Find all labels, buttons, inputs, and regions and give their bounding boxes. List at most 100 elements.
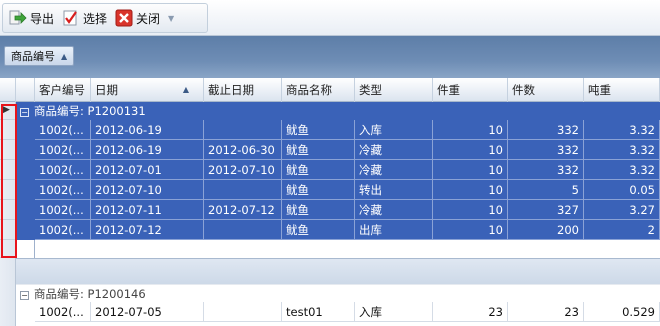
cell-product-name[interactable]: 鱿鱼 [282, 200, 355, 220]
cell-end-date[interactable] [204, 302, 282, 322]
export-label: 导出 [30, 11, 55, 26]
row-indicator[interactable] [0, 140, 16, 160]
cell-product-name[interactable]: 鱿鱼 [282, 160, 355, 180]
column-header-type[interactable]: 类型 [355, 78, 433, 102]
cell-product-name[interactable]: test01 [282, 302, 355, 322]
cell-date[interactable]: 2012-06-19 [91, 120, 204, 140]
cell-type[interactable]: 入库 [355, 120, 433, 140]
row-indicator[interactable] [0, 240, 16, 258]
cell-tonnage[interactable]: 3.27 [584, 200, 660, 220]
column-header-end-date[interactable]: 截止日期 [204, 78, 282, 102]
collapse-icon[interactable]: − [20, 291, 29, 300]
cell-end-date[interactable]: 2012-06-30 [204, 140, 282, 160]
table-row[interactable]: 1002(... 2012-07-12 鱿鱼 出库 10 200 2 [16, 220, 660, 240]
cell-product-name[interactable]: 鱿鱼 [282, 180, 355, 200]
current-row-arrow-icon: ▶ [3, 105, 10, 115]
cell-date[interactable]: 2012-07-01 [91, 160, 204, 180]
cell-product-name[interactable]: 鱿鱼 [282, 220, 355, 240]
cell-type[interactable]: 冷藏 [355, 140, 433, 160]
cell-type[interactable]: 冷藏 [355, 200, 433, 220]
column-header-date[interactable]: 日期 ▲ [91, 78, 204, 102]
cell-quantity[interactable]: 332 [508, 120, 584, 140]
cell-unit-weight[interactable]: 10 [433, 160, 508, 180]
group-row-p1200131[interactable]: − 商品编号: P1200131 [16, 102, 660, 120]
table-row[interactable]: 1002(... 2012-06-19 鱿鱼 入库 10 332 3.32 [16, 120, 660, 140]
table-row[interactable]: 1002(... 2012-07-10 鱿鱼 转出 10 5 0.05 [16, 180, 660, 200]
cell-unit-weight[interactable]: 23 [433, 302, 508, 322]
group-chip-product-code[interactable]: 商品编号 ▲ [4, 46, 75, 66]
toolbar: 导出 选择 关闭 ▼ [0, 0, 660, 36]
table-row[interactable]: 1002(... 2012-07-05 test01 入库 23 23 0.529 [16, 302, 660, 322]
cell-date[interactable]: 2012-07-10 [91, 180, 204, 200]
collapse-icon[interactable]: − [20, 108, 29, 117]
column-header-customer-id[interactable]: 客户编号 [35, 78, 91, 102]
cell-customer-id[interactable]: 1002(... [35, 140, 91, 160]
data-grid: 客户编号 日期 ▲ 截止日期 商品名称 类型 件重 件数 吨重 ▶ − 商品编号:… [0, 78, 660, 326]
row-indicator[interactable]: ▶ [0, 102, 16, 120]
export-arrow-icon [9, 9, 27, 27]
cell-quantity[interactable]: 5 [508, 180, 584, 200]
sort-ascending-icon: ▲ [182, 85, 189, 94]
export-button[interactable]: 导出 [9, 6, 54, 30]
cell-customer-id[interactable]: 1002(... [35, 160, 91, 180]
row-indicator[interactable] [0, 220, 16, 240]
column-header-date-label: 日期 [95, 83, 118, 97]
cell-end-date[interactable] [204, 180, 282, 200]
cell-date[interactable]: 2012-07-12 [91, 220, 204, 240]
table-row[interactable]: 1002(... 2012-06-19 2012-06-30 鱿鱼 冷藏 10 332 3.3… [16, 140, 660, 160]
cell-customer-id[interactable]: 1002(... [35, 220, 91, 240]
group-by-panel: 商品编号 ▲ [0, 36, 660, 78]
cell-unit-weight[interactable]: 10 [433, 220, 508, 240]
close-button[interactable]: 关闭 [115, 6, 160, 30]
column-header-quantity[interactable]: 件数 [508, 78, 584, 102]
table-row[interactable]: 1002(... 2012-07-01 2012-07-10 鱿鱼 冷藏 10 332 3.3… [16, 160, 660, 180]
cell-end-date[interactable] [204, 120, 282, 140]
cell-type[interactable]: 入库 [355, 302, 433, 322]
cell-customer-id[interactable]: 1002(... [35, 302, 91, 322]
cell-quantity[interactable]: 332 [508, 160, 584, 180]
row-indicator[interactable] [0, 160, 16, 180]
cell-end-date[interactable]: 2012-07-12 [204, 200, 282, 220]
cell-type[interactable]: 转出 [355, 180, 433, 200]
cell-unit-weight[interactable]: 10 [433, 200, 508, 220]
cell-product-name[interactable]: 鱿鱼 [282, 140, 355, 160]
cell-type[interactable]: 出库 [355, 220, 433, 240]
cell-quantity[interactable]: 327 [508, 200, 584, 220]
cell-unit-weight[interactable]: 10 [433, 140, 508, 160]
cell-tonnage[interactable]: 3.32 [584, 160, 660, 180]
cell-quantity[interactable]: 200 [508, 220, 584, 240]
cell-tonnage[interactable]: 3.32 [584, 120, 660, 140]
cell-tonnage[interactable]: 2 [584, 220, 660, 240]
cell-customer-id[interactable]: 1002(... [35, 180, 91, 200]
header-corner [0, 78, 16, 102]
cell-tonnage[interactable]: 0.05 [584, 180, 660, 200]
row-indicator[interactable] [0, 180, 16, 200]
toolbar-overflow-icon[interactable]: ▼ [168, 14, 174, 23]
cell-quantity[interactable]: 332 [508, 140, 584, 160]
cell-customer-id[interactable]: 1002(... [35, 120, 91, 140]
select-button[interactable]: 选择 [62, 6, 107, 30]
cell-date[interactable]: 2012-07-05 [91, 302, 204, 322]
header-expand-spacer [16, 78, 35, 102]
cell-date[interactable]: 2012-06-19 [91, 140, 204, 160]
column-header-unit-weight[interactable]: 件重 [433, 78, 508, 102]
cell-type[interactable]: 冷藏 [355, 160, 433, 180]
cell-quantity[interactable]: 23 [508, 302, 584, 322]
cell-end-date[interactable]: 2012-07-10 [204, 160, 282, 180]
cell-date[interactable]: 2012-07-11 [91, 200, 204, 220]
row-indicator[interactable] [0, 200, 16, 220]
group-row-label: 商品编号: P1200131 [34, 104, 146, 118]
column-header-product-name[interactable]: 商品名称 [282, 78, 355, 102]
row-indicator[interactable] [0, 120, 16, 140]
group-row-p1200146[interactable]: − 商品编号: P1200146 [16, 284, 660, 302]
cell-end-date[interactable] [204, 220, 282, 240]
cell-unit-weight[interactable]: 10 [433, 180, 508, 200]
table-row[interactable]: 1002(... 2012-07-11 2012-07-12 鱿鱼 冷藏 10 327 3.2… [16, 200, 660, 220]
grid-header: 客户编号 日期 ▲ 截止日期 商品名称 类型 件重 件数 吨重 [0, 78, 660, 102]
cell-unit-weight[interactable]: 10 [433, 120, 508, 140]
cell-product-name[interactable]: 鱿鱼 [282, 120, 355, 140]
cell-tonnage[interactable]: 3.32 [584, 140, 660, 160]
cell-tonnage[interactable]: 0.529 [584, 302, 660, 322]
cell-customer-id[interactable]: 1002(... [35, 200, 91, 220]
column-header-tonnage[interactable]: 吨重 [584, 78, 660, 102]
